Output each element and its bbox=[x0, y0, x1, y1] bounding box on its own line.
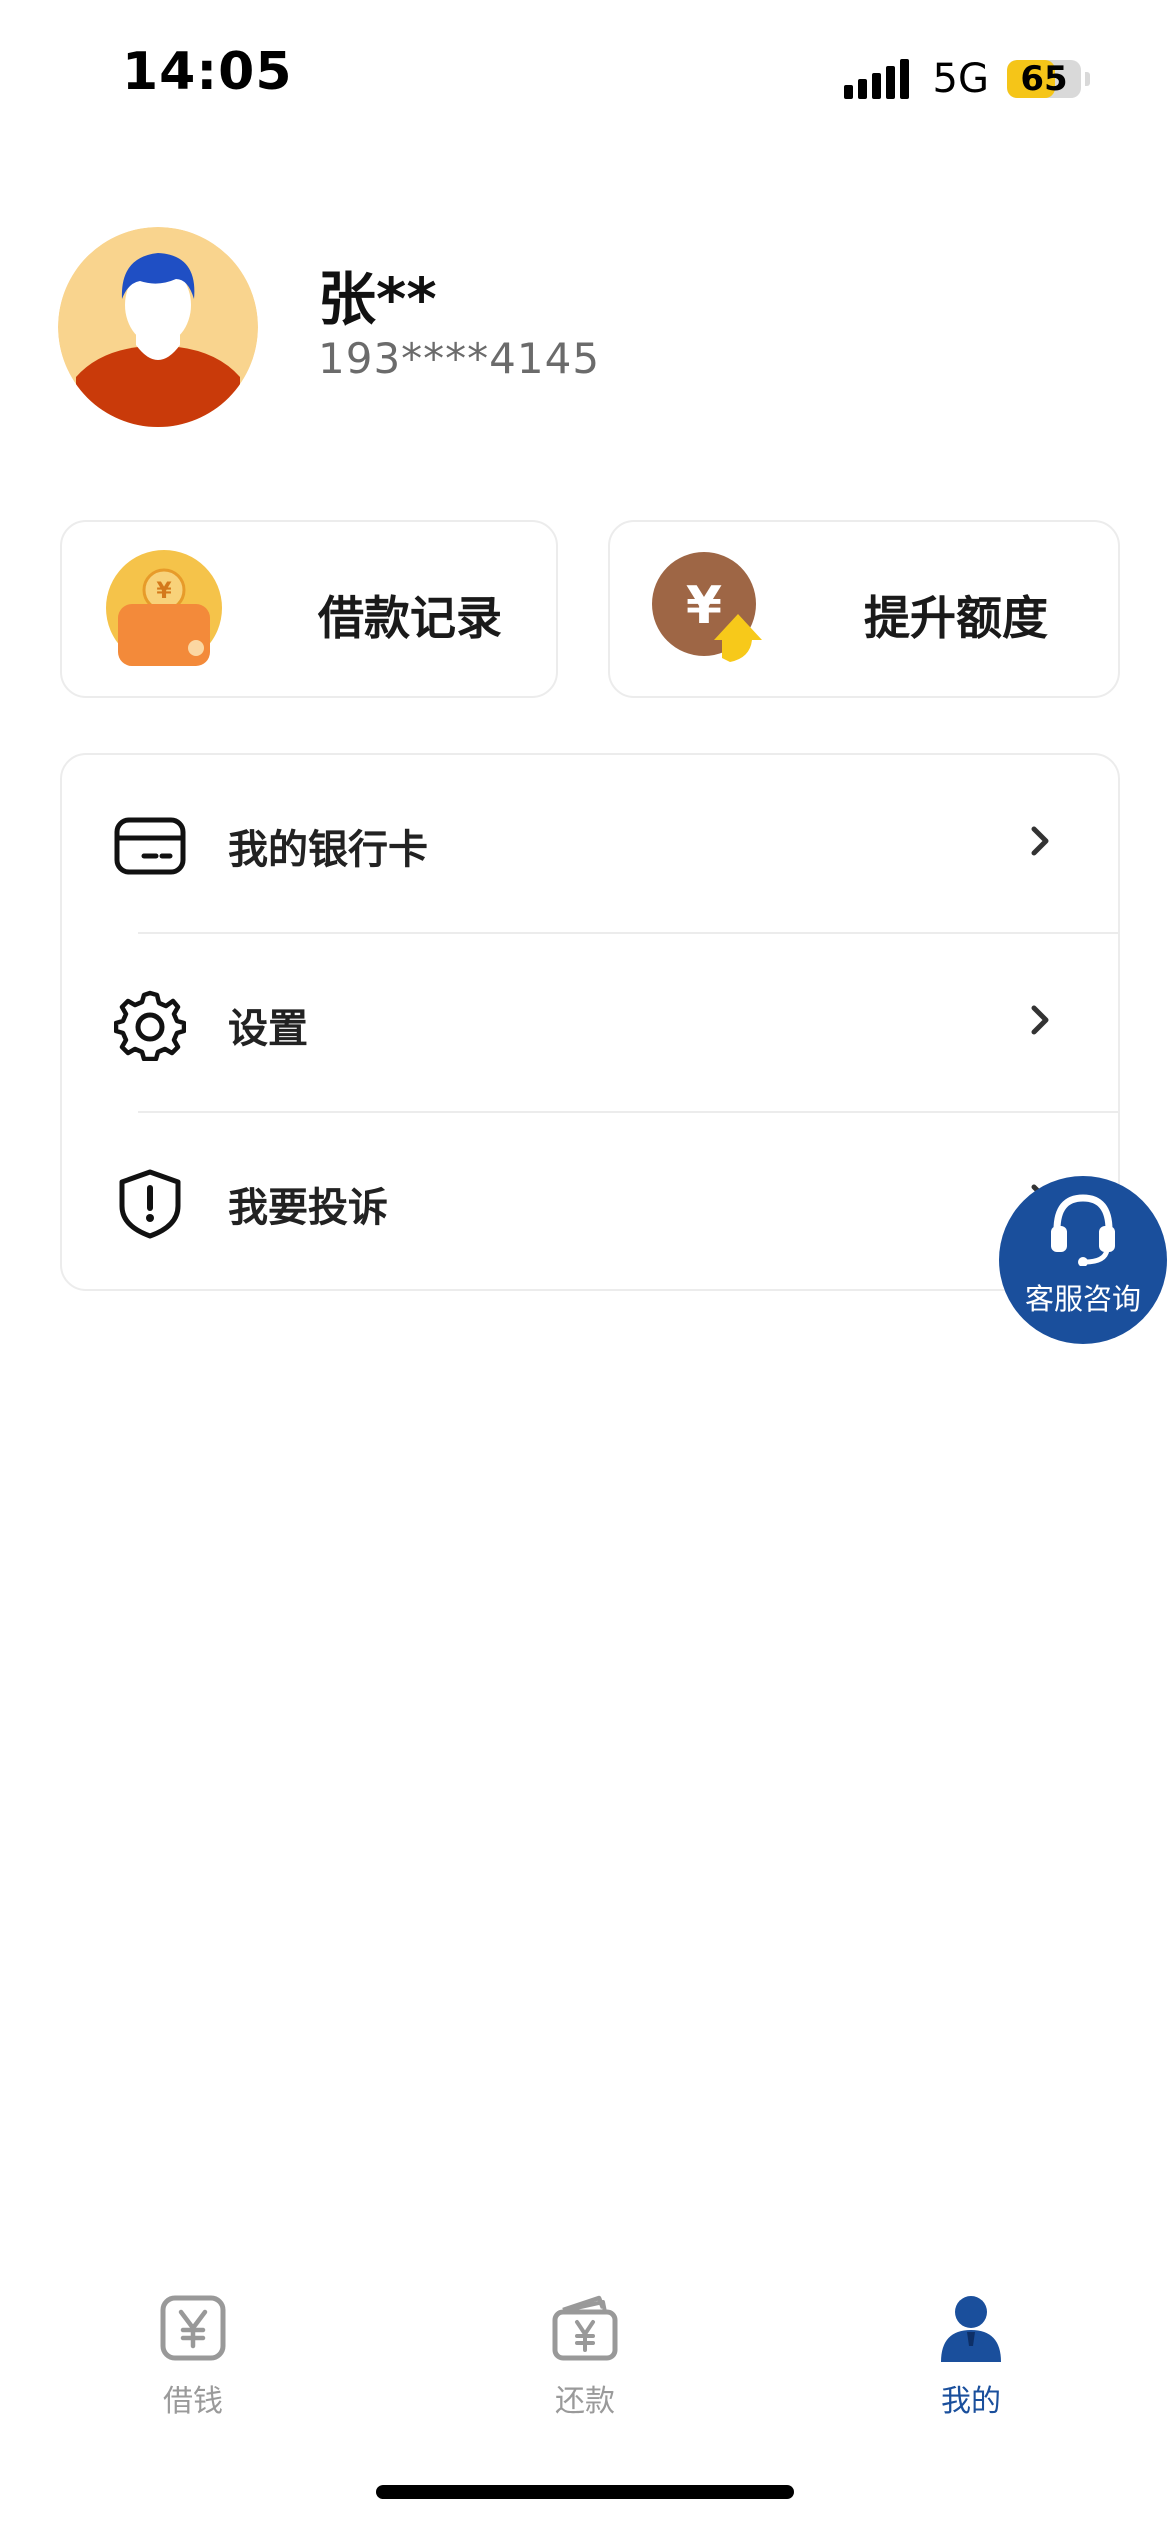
avatar[interactable] bbox=[58, 227, 258, 427]
menu-label-bank-card: 我的银行卡 bbox=[228, 827, 428, 873]
tab-label-borrow: 借钱 bbox=[163, 2384, 223, 2419]
menu-item-settings[interactable]: 设置 bbox=[62, 934, 1122, 1112]
home-indicator[interactable] bbox=[376, 2485, 794, 2499]
tab-label-mine: 我的 bbox=[941, 2384, 1001, 2419]
yen-up-arrow-icon: ¥ bbox=[652, 552, 762, 662]
settings-menu: 我的银行卡 设置 我要投诉 bbox=[60, 753, 1120, 1291]
person-icon bbox=[941, 2296, 1001, 2362]
headset-icon bbox=[1051, 1194, 1115, 1266]
chevron-right-icon bbox=[1031, 1005, 1049, 1035]
raise-limit-card[interactable]: ¥ 提升额度 bbox=[608, 520, 1120, 698]
signal-icon bbox=[843, 59, 909, 99]
tab-label-repay: 还款 bbox=[555, 2384, 615, 2419]
chevron-right-icon bbox=[1031, 826, 1049, 856]
battery-level: 65 bbox=[1020, 60, 1068, 98]
battery-icon: 65 bbox=[1007, 60, 1081, 98]
svg-text:¥: ¥ bbox=[156, 579, 172, 604]
loan-records-label: 借款记录 bbox=[318, 591, 502, 645]
status-time: 14:05 bbox=[122, 42, 293, 102]
tab-borrow[interactable]: 借钱 bbox=[93, 2290, 293, 2420]
menu-item-complaint[interactable]: 我要投诉 bbox=[62, 1113, 1122, 1291]
bank-card-icon bbox=[114, 817, 186, 875]
svg-text:¥: ¥ bbox=[686, 576, 722, 636]
avatar-illustration bbox=[58, 227, 258, 427]
menu-label-settings: 设置 bbox=[228, 1006, 308, 1052]
raise-limit-label: 提升额度 bbox=[864, 591, 1048, 645]
user-name: 张** bbox=[318, 265, 437, 333]
tab-mine[interactable]: 我的 bbox=[871, 2290, 1071, 2420]
customer-service-label: 客服咨询 bbox=[1024, 1282, 1141, 1316]
menu-item-bank-card[interactable]: 我的银行卡 bbox=[62, 755, 1122, 933]
gear-icon bbox=[114, 990, 186, 1061]
tab-repay[interactable]: 还款 bbox=[485, 2290, 685, 2420]
yen-wallet-icon bbox=[552, 2295, 618, 2361]
wallet-coin-icon: ¥ bbox=[106, 550, 222, 666]
network-type: 5G bbox=[932, 56, 989, 102]
yen-square-icon bbox=[160, 2295, 226, 2361]
status-indicators: 5G 65 bbox=[843, 56, 1090, 102]
shield-alert-icon bbox=[119, 1169, 181, 1239]
menu-label-complaint: 我要投诉 bbox=[228, 1185, 388, 1231]
user-phone: 193****4145 bbox=[318, 334, 601, 383]
loan-records-card[interactable]: ¥ 借款记录 bbox=[60, 520, 558, 698]
customer-service-button[interactable]: 客服咨询 bbox=[999, 1176, 1167, 1344]
